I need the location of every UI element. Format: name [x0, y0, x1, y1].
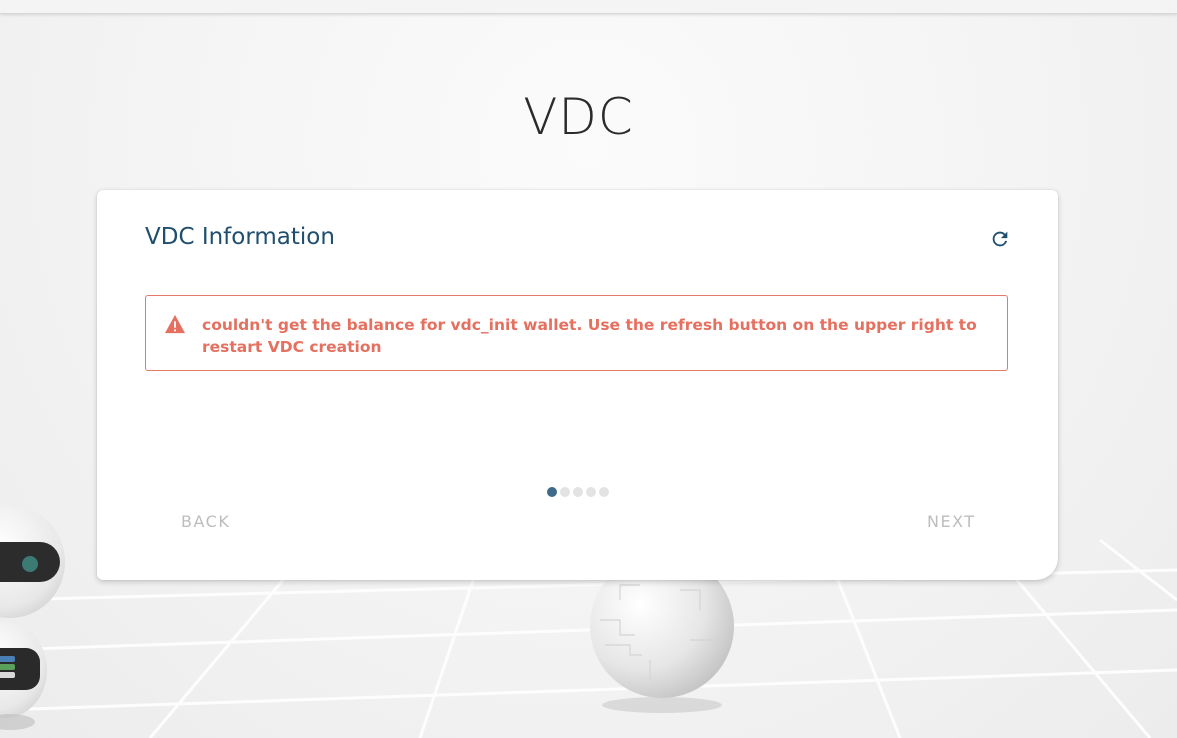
step-dot-2	[560, 487, 570, 497]
next-button[interactable]: NEXT	[927, 512, 976, 531]
step-dot-3	[573, 487, 583, 497]
robot-decoration-left	[0, 506, 65, 730]
step-indicator	[547, 487, 609, 497]
error-message: couldn't get the balance for vdc_init wa…	[202, 316, 977, 356]
step-dot-4	[586, 487, 596, 497]
back-button[interactable]: BACK	[181, 512, 230, 531]
error-alert: couldn't get the balance for vdc_init wa…	[145, 295, 1008, 371]
top-app-bar	[0, 0, 1177, 14]
vdc-info-card: VDC Information couldn't get the balance…	[97, 190, 1058, 580]
card-title: VDC Information	[145, 224, 335, 250]
warning-icon	[165, 314, 185, 334]
refresh-button[interactable]	[987, 226, 1013, 252]
step-dot-5	[599, 487, 609, 497]
robot-sphere-decoration	[590, 560, 734, 713]
step-dot-1	[547, 487, 557, 497]
page-title: VDC	[523, 88, 634, 146]
refresh-icon	[992, 231, 1008, 247]
